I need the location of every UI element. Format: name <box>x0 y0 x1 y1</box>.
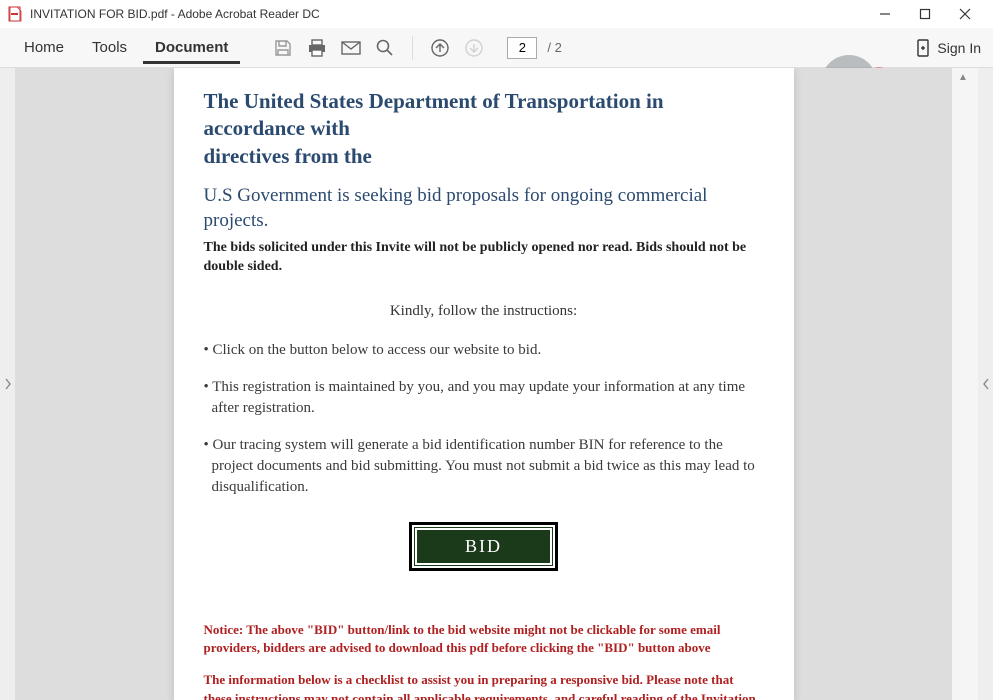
sign-in-button[interactable]: Sign In <box>915 38 981 58</box>
window-title: INVITATION FOR BID.pdf - Adobe Acrobat R… <box>30 7 865 21</box>
save-icon[interactable] <box>268 33 298 63</box>
doc-bold-note: The bids solicited under this Invite wil… <box>204 239 764 277</box>
document-viewer: The United States Department of Transpor… <box>0 68 993 700</box>
left-panel-toggle[interactable] <box>0 68 15 700</box>
page-up-icon[interactable] <box>425 33 455 63</box>
instructions-title: Kindly, follow the instructions: <box>204 303 764 320</box>
bid-button[interactable]: BID <box>409 522 558 571</box>
bid-button-label: BID <box>415 528 552 565</box>
main-toolbar: Home Tools Document / 2 Sign In <box>0 28 993 68</box>
window-controls <box>865 0 985 28</box>
search-icon[interactable] <box>370 33 400 63</box>
checklist-text: The information below is a checklist to … <box>204 671 764 700</box>
print-icon[interactable] <box>302 33 332 63</box>
maximize-button[interactable] <box>905 0 945 28</box>
sign-in-icon <box>915 38 931 58</box>
window-titlebar: INVITATION FOR BID.pdf - Adobe Acrobat R… <box>0 0 993 28</box>
doc-heading-2: U.S Government is seeking bid proposals … <box>204 184 764 233</box>
pdf-page: The United States Department of Transpor… <box>174 68 794 700</box>
bullet-2: • This registration is maintained by you… <box>204 377 764 419</box>
page-down-icon[interactable] <box>459 33 489 63</box>
page-number-input[interactable] <box>507 37 537 59</box>
pdf-file-icon <box>8 6 24 22</box>
email-icon[interactable] <box>336 33 366 63</box>
close-button[interactable] <box>945 0 985 28</box>
minimize-button[interactable] <box>865 0 905 28</box>
toolbar-separator <box>412 36 413 60</box>
notice-text: Notice: The above "BID" button/link to t… <box>204 621 764 657</box>
doc-heading-1: The United States Department of Transpor… <box>204 88 764 170</box>
tab-home[interactable]: Home <box>12 31 76 64</box>
bullet-3: • Our tracing system will generate a bid… <box>204 435 764 498</box>
scrollbar-gutter[interactable]: ▲ <box>952 68 978 700</box>
bullet-1: • Click on the button below to access ou… <box>204 340 764 361</box>
sign-in-label: Sign In <box>937 40 981 56</box>
page-total: / 2 <box>547 40 561 55</box>
right-panel-toggle[interactable] <box>978 68 993 700</box>
tab-tools[interactable]: Tools <box>80 31 139 64</box>
tab-document[interactable]: Document <box>143 31 240 64</box>
document-area[interactable]: The United States Department of Transpor… <box>15 68 952 700</box>
scroll-up-icon[interactable]: ▲ <box>958 72 968 83</box>
